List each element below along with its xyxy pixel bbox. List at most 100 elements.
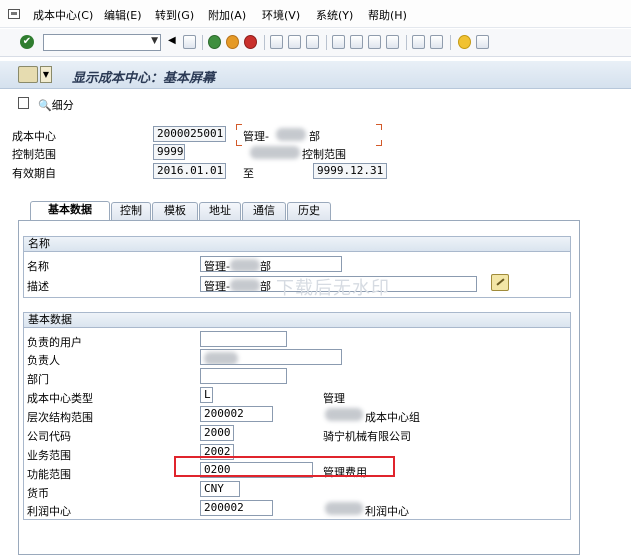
cost-center-category-text: 管理 bbox=[323, 392, 345, 405]
last-page-icon[interactable] bbox=[386, 35, 399, 49]
basic-data-group-title: 基本数据 bbox=[24, 313, 570, 328]
next-page-icon[interactable] bbox=[368, 35, 381, 49]
exit-icon[interactable] bbox=[226, 35, 239, 49]
controlling-area-label: 控制范围 bbox=[12, 148, 56, 161]
hierarchy-area-field[interactable]: 200002 bbox=[200, 406, 273, 422]
valid-to-field: 9999.12.31 bbox=[313, 163, 387, 179]
business-area-label: 业务范围 bbox=[27, 449, 71, 462]
screen-title-bar: ▼ 显示成本中心：基本屏幕 bbox=[0, 61, 631, 89]
currency-label: 货币 bbox=[27, 487, 49, 500]
detail-button[interactable]: 🔍细分 bbox=[38, 97, 74, 113]
toolbar-separator bbox=[202, 35, 203, 50]
save-icon[interactable] bbox=[183, 35, 196, 49]
description-label: 描述 bbox=[27, 280, 49, 293]
currency-field[interactable]: CNY bbox=[200, 481, 240, 497]
standard-toolbar: ✔ ▼ ◀ bbox=[0, 29, 631, 57]
back-icon[interactable] bbox=[208, 35, 221, 49]
responsible-user-field[interactable] bbox=[200, 331, 287, 347]
menu-item-system[interactable]: 系统(Y) bbox=[316, 7, 353, 23]
profit-center-text: 利润中心 bbox=[365, 505, 409, 518]
responsible-person-label: 负责人 bbox=[27, 354, 60, 367]
controlling-area-field: 9999 bbox=[153, 144, 185, 160]
toolbar-separator bbox=[326, 35, 327, 50]
cost-center-name-suffix: 部 bbox=[309, 130, 320, 143]
find-next-icon[interactable] bbox=[306, 35, 319, 49]
watermark-text: 下载后无水印 bbox=[276, 278, 390, 299]
name-field[interactable]: 管理- 部 bbox=[200, 256, 342, 272]
company-code-label: 公司代码 bbox=[27, 430, 71, 443]
responsible-person-field[interactable] bbox=[200, 349, 342, 365]
functional-area-label: 功能范围 bbox=[27, 468, 71, 481]
application-toolbar: 🔍细分 bbox=[0, 93, 631, 115]
detail-button-label: 细分 bbox=[51, 99, 74, 112]
print-icon[interactable] bbox=[270, 35, 283, 49]
redacted-text bbox=[325, 502, 363, 515]
focus-corner bbox=[376, 140, 382, 146]
valid-to-label: 至 bbox=[243, 167, 254, 180]
redacted-text bbox=[325, 408, 363, 421]
toolbar-separator bbox=[264, 35, 265, 50]
transaction-icon[interactable] bbox=[18, 66, 38, 83]
menu-item-environment[interactable]: 环境(V) bbox=[262, 7, 300, 23]
app-window-icon[interactable] bbox=[8, 9, 20, 19]
redacted-text bbox=[229, 279, 260, 291]
company-code-field[interactable]: 2000 bbox=[200, 425, 234, 441]
menu-item-help[interactable]: 帮助(H) bbox=[368, 7, 407, 23]
menu-item-cost-center[interactable]: 成本中心(C) bbox=[33, 7, 93, 23]
hierarchy-area-label: 层次结构范围 bbox=[27, 411, 93, 424]
find-icon[interactable] bbox=[288, 35, 301, 49]
menu-item-extras[interactable]: 附加(A) bbox=[208, 7, 246, 23]
edit-long-text-icon[interactable] bbox=[491, 274, 509, 291]
layout-menu-icon[interactable] bbox=[476, 35, 489, 49]
department-field[interactable] bbox=[200, 368, 287, 384]
description-field-suffix: 部 bbox=[259, 280, 271, 292]
functional-area-highlight bbox=[174, 456, 395, 477]
department-label: 部门 bbox=[27, 373, 49, 386]
toolbar-separator bbox=[450, 35, 451, 50]
focus-corner bbox=[236, 124, 242, 130]
enter-check-icon[interactable]: ✔ bbox=[20, 35, 34, 49]
menu-dropdown-icon[interactable]: ▼ bbox=[40, 66, 52, 83]
first-page-icon[interactable] bbox=[332, 35, 345, 49]
name-label: 名称 bbox=[27, 260, 49, 273]
hierarchy-area-text: 成本中心组 bbox=[365, 411, 420, 424]
description-field-prefix: 管理- bbox=[204, 280, 230, 292]
responsible-user-label: 负责的用户 bbox=[27, 336, 82, 349]
tab-basic-data[interactable]: 基本数据 bbox=[30, 201, 110, 221]
previous-page-icon[interactable] bbox=[350, 35, 363, 49]
cost-center-category-field[interactable]: L bbox=[200, 387, 213, 403]
valid-from-field: 2016.01.01 bbox=[153, 163, 226, 179]
tab-history[interactable]: 历史 bbox=[287, 202, 331, 220]
name-field-suffix: 部 bbox=[259, 260, 271, 272]
tab-control[interactable]: 控制 bbox=[111, 202, 151, 220]
cancel-icon[interactable] bbox=[244, 35, 257, 49]
company-code-text: 骑宁机械有限公司 bbox=[323, 430, 411, 443]
menu-item-goto[interactable]: 转到(G) bbox=[155, 7, 194, 23]
new-session-icon[interactable] bbox=[412, 35, 425, 49]
chevron-down-icon[interactable]: ▼ bbox=[151, 36, 158, 46]
back-triangle-icon[interactable]: ◀ bbox=[168, 35, 176, 49]
menu-item-edit[interactable]: 编辑(E) bbox=[104, 7, 142, 23]
tab-address[interactable]: 地址 bbox=[199, 202, 241, 220]
cost-center-name-prefix: 管理- bbox=[243, 130, 269, 143]
tab-communication[interactable]: 通信 bbox=[242, 202, 286, 220]
help-icon[interactable] bbox=[458, 35, 471, 49]
other-object-icon[interactable] bbox=[18, 97, 29, 109]
controlling-area-text: 控制范围 bbox=[302, 148, 346, 161]
name-field-prefix: 管理- bbox=[204, 260, 230, 272]
tab-templates[interactable]: 模板 bbox=[152, 202, 198, 220]
redacted-text bbox=[204, 352, 238, 364]
profit-center-field[interactable]: 200002 bbox=[200, 500, 273, 516]
page-title: 显示成本中心：基本屏幕 bbox=[72, 71, 216, 86]
magnifier-icon: 🔍 bbox=[38, 99, 52, 112]
cost-center-label: 成本中心 bbox=[12, 130, 56, 143]
redacted-text bbox=[229, 259, 260, 271]
command-field[interactable]: ▼ bbox=[43, 34, 161, 51]
shortcut-icon[interactable] bbox=[430, 35, 443, 49]
redacted-text bbox=[250, 146, 300, 159]
redacted-text bbox=[276, 128, 306, 141]
basic-data-group: 基本数据 bbox=[23, 312, 571, 520]
names-group-title: 名称 bbox=[24, 237, 570, 252]
menu-bar: 成本中心(C) 编辑(E) 转到(G) 附加(A) 环境(V) 系统(Y) 帮助… bbox=[0, 0, 631, 28]
focus-corner bbox=[236, 140, 242, 146]
